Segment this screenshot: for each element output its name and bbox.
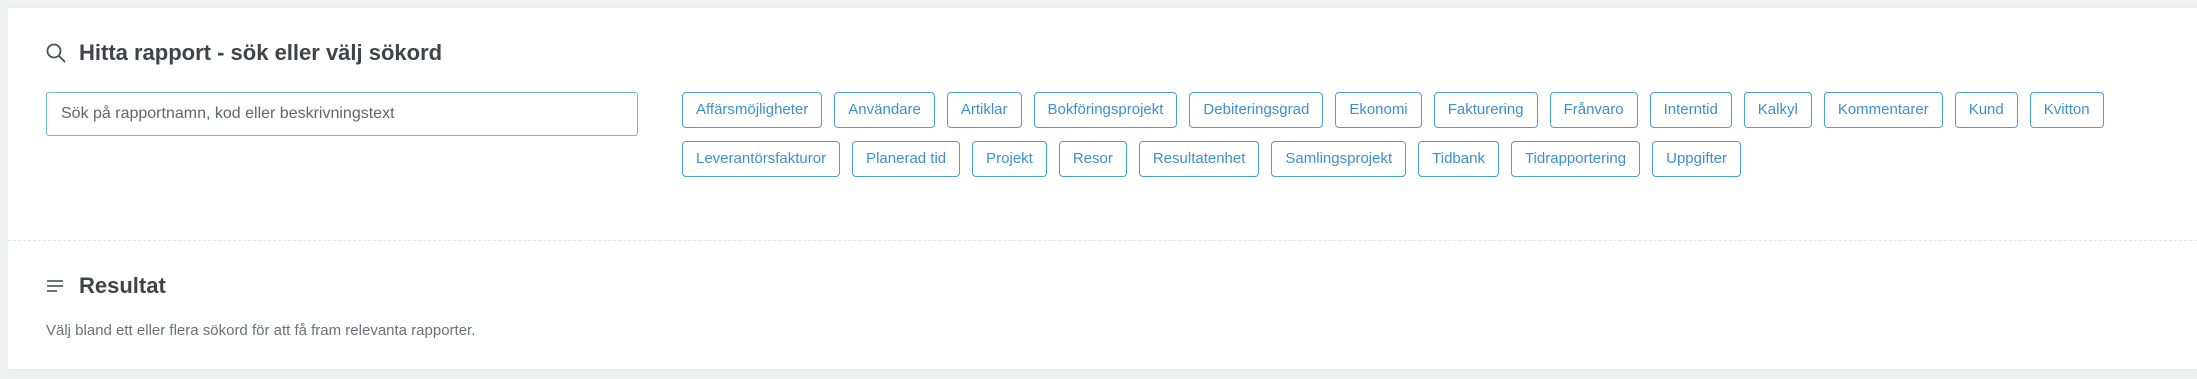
keyword-tag[interactable]: Affärsmöjligheter — [682, 92, 823, 128]
report-search-input[interactable] — [46, 92, 638, 136]
keyword-tags: Affärsmöjligheter Användare Artiklar Bokför… — [682, 92, 2182, 190]
keyword-tag-row-1: Affärsmöjligheter Användare Artiklar Bokför… — [682, 92, 2182, 128]
search-heading: Hitta rapport - sök eller välj sökord — [45, 38, 442, 68]
keyword-tag[interactable]: Kommentarer — [1823, 92, 1943, 128]
results-title-text: Resultat — [79, 273, 166, 298]
keyword-tag[interactable]: Ekonomi — [1335, 92, 1422, 128]
keyword-tag[interactable]: Debiteringsgrad — [1189, 92, 1324, 128]
search-icon — [45, 42, 67, 64]
section-divider — [8, 240, 2197, 241]
keyword-tag-row-2: Leverantörsfakturor Planerad tid Projekt Re… — [682, 141, 2182, 177]
keyword-tag[interactable]: Kalkyl — [1743, 92, 1812, 128]
keyword-tag[interactable]: Planerad tid — [852, 141, 961, 177]
keyword-tag[interactable]: Leverantörsfakturor — [682, 141, 841, 177]
keyword-tag[interactable]: Projekt — [972, 141, 1047, 177]
keyword-tag[interactable]: Kvitton — [2029, 92, 2104, 128]
report-finder-panel: Hitta rapport - sök eller välj sökord Af… — [8, 8, 2197, 369]
keyword-tag[interactable]: Interntid — [1649, 92, 1732, 128]
keyword-tag[interactable]: Användare — [834, 92, 935, 128]
keyword-tag[interactable]: Uppgifter — [1652, 141, 1741, 177]
keyword-tag[interactable]: Samlingsprojekt — [1271, 141, 1407, 177]
keyword-tag[interactable]: Artiklar — [946, 92, 1022, 128]
keyword-tag[interactable]: Bokföringsprojekt — [1033, 92, 1178, 128]
keyword-tag[interactable]: Frånvaro — [1549, 92, 1638, 128]
results-heading: Resultat — [45, 271, 166, 301]
search-title-text: Hitta rapport - sök eller välj sökord — [79, 40, 443, 65]
results-empty-message: Välj bland ett eller flera sökord för at… — [46, 322, 476, 339]
keyword-tag[interactable]: Fakturering — [1433, 92, 1538, 128]
keyword-tag[interactable]: Tidbank — [1418, 141, 1499, 177]
keyword-tag[interactable]: Resor — [1058, 141, 1127, 177]
search-section: Hitta rapport - sök eller välj sökord Af… — [8, 8, 2197, 240]
keyword-tag[interactable]: Kund — [1954, 92, 2018, 128]
list-icon — [45, 275, 67, 297]
keyword-tag[interactable]: Resultatenhet — [1138, 141, 1260, 177]
keyword-tag[interactable]: Tidrapportering — [1510, 141, 1641, 177]
